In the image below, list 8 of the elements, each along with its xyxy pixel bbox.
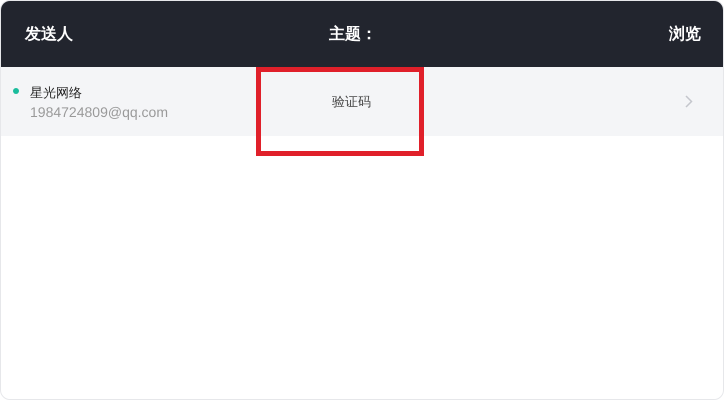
column-header: 发送人: [25, 24, 73, 44]
sender-name: 星光网络: [30, 84, 83, 102]
column-header: 浏览: [668, 24, 701, 44]
sender-email: 1984724809@qq.com: [30, 104, 169, 120]
message-subject: 验证码: [332, 94, 371, 110]
chevron-right-icon: [685, 95, 693, 108]
column-header: 主题：: [328, 24, 377, 44]
message-row[interactable]: 星光网络 1984724809@qq.com 验证码: [1, 67, 723, 136]
